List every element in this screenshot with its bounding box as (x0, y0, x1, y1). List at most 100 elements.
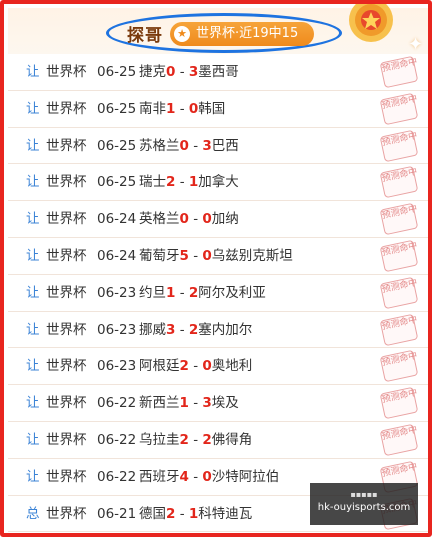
away-score: 0 (202, 247, 212, 264)
hit-stamp: 预测命中 (379, 55, 418, 89)
league-label: 世界杯 (46, 284, 87, 301)
score-separator: - (188, 468, 203, 485)
score-separator: - (188, 211, 203, 228)
record-badge[interactable]: ★ 世界杯·近19中15 (170, 22, 314, 46)
watermark: ▪▪▪▪▪ hk-ouyisports.com (310, 483, 418, 525)
away-score: 2 (188, 284, 199, 301)
away-team: 巴西 (211, 137, 239, 154)
hit-stamp: 预测命中 (379, 350, 418, 383)
home-score: 1 (166, 284, 176, 301)
league-label: 世界杯 (46, 100, 87, 117)
match-row[interactable]: 让世界杯 06-25 苏格兰0 - 3巴西 预测命中 (8, 128, 428, 165)
medal-icon (349, 4, 393, 42)
home-score: 0 (166, 64, 176, 80)
away-team: 韩国 (198, 100, 226, 117)
match-date: 06-23 (97, 321, 137, 338)
away-team: 奥地利 (211, 358, 253, 375)
match-row[interactable]: 让世界杯 06-22 新西兰1 - 3埃及 预测命中 (8, 385, 428, 422)
home-score: 3 (166, 321, 176, 338)
match-line: 瑞士2 - 1加拿大 (139, 164, 239, 200)
away-team: 佛得角 (211, 431, 253, 448)
match-line: 捷克0 - 3墨西哥 (139, 54, 239, 90)
bet-type-tag: 让 (26, 395, 40, 412)
home-score: 2 (166, 505, 176, 522)
match-row[interactable]: 让世界杯 06-25 瑞士2 - 1加拿大 预测命中 (8, 164, 428, 202)
home-score: 0 (179, 137, 189, 154)
match-row[interactable]: 让世界杯 06-22 乌拉圭2 - 2佛得角 预测命中 (8, 422, 428, 459)
home-team: 新西兰 (139, 395, 180, 412)
record-badge-label: 世界杯·近19中15 (196, 26, 299, 41)
league-label: 世界杯 (46, 505, 87, 522)
league-label: 世界杯 (46, 321, 87, 338)
bet-type-tag: 让 (26, 284, 40, 301)
match-row[interactable]: 让世界杯 06-23 阿根廷2 - 0奥地利 预测命中 (8, 348, 428, 386)
match-date: 06-23 (97, 284, 137, 301)
home-score: 2 (179, 431, 189, 448)
away-score: 0 (202, 211, 212, 228)
league-label: 世界杯 (46, 247, 87, 264)
away-team: 乌兹别克斯坦 (211, 247, 293, 264)
bet-type-tag: 让 (26, 174, 40, 191)
score-separator: - (188, 395, 203, 412)
prediction-card: 探哥 ★ 世界杯·近19中15 ✦ 让世界杯 06-25 捷克0 - 3墨西哥 预测命… (0, 0, 432, 537)
match-list: 让世界杯 06-25 捷克0 - 3墨西哥 预测命中让世界杯 06-25 南非1 - 0韩… (8, 54, 428, 533)
match-line: 乌拉圭2 - 2佛得角 (139, 422, 252, 458)
star-icon: ★ (174, 26, 190, 42)
league-label: 世界杯 (46, 64, 87, 80)
league-label: 世界杯 (46, 468, 87, 485)
sparkle-icon: ✦ (408, 34, 424, 55)
match-line: 挪威3 - 2塞内加尔 (139, 312, 252, 348)
hit-stamp: 预测命中 (379, 166, 418, 199)
match-row[interactable]: 让世界杯 06-24 英格兰0 - 0加纳 预测命中 (8, 201, 428, 238)
match-row[interactable]: 让世界杯 06-23 挪威3 - 2塞内加尔 预测命中 (8, 312, 428, 349)
away-team: 加纳 (211, 211, 239, 228)
watermark-top: ▪▪▪▪▪ (350, 490, 378, 499)
home-team: 南非 (139, 100, 166, 117)
score-separator: - (175, 64, 189, 80)
match-date: 06-21 (97, 505, 137, 522)
match-date: 06-23 (97, 358, 137, 375)
match-date: 06-22 (97, 395, 137, 412)
match-row[interactable]: 让世界杯 06-23 约旦1 - 2阿尔及利亚 预测命中 (8, 275, 428, 312)
match-date: 06-24 (97, 247, 137, 264)
match-row[interactable]: 让世界杯 06-24 葡萄牙5 - 0乌兹别克斯坦 预测命中 (8, 238, 428, 275)
away-team: 加拿大 (198, 174, 239, 191)
away-score: 3 (202, 137, 212, 154)
home-score: 1 (166, 100, 176, 117)
league-label: 世界杯 (46, 211, 87, 228)
match-date: 06-22 (97, 468, 137, 485)
home-team: 阿根廷 (139, 358, 180, 375)
bet-type-tag: 让 (26, 64, 40, 80)
hit-stamp: 预测命中 (379, 276, 418, 310)
match-date: 06-25 (97, 64, 137, 80)
match-line: 英格兰0 - 0加纳 (139, 201, 239, 237)
home-team: 捷克 (139, 64, 166, 80)
home-team: 葡萄牙 (139, 247, 180, 264)
score-separator: - (175, 321, 189, 338)
away-score: 2 (202, 431, 212, 448)
score-separator: - (188, 431, 203, 448)
match-row[interactable]: 让世界杯 06-25 捷克0 - 3墨西哥 预测命中 (8, 54, 428, 91)
match-line: 新西兰1 - 3埃及 (139, 385, 239, 421)
match-row[interactable]: 让世界杯 06-25 南非1 - 0韩国 预测命中 (8, 91, 428, 128)
league-label: 世界杯 (46, 137, 87, 154)
away-score: 1 (188, 174, 199, 191)
league-label: 世界杯 (46, 431, 87, 448)
away-team: 埃及 (211, 395, 239, 412)
match-date: 06-22 (97, 431, 137, 448)
hit-stamp: 预测命中 (379, 386, 418, 420)
home-score: 0 (179, 211, 189, 228)
bet-type-tag: 让 (26, 211, 40, 228)
away-score: 0 (202, 358, 212, 375)
bet-type-tag: 让 (26, 321, 40, 338)
card-header: 探哥 ★ 世界杯·近19中15 ✦ (8, 4, 428, 55)
score-separator: - (175, 100, 189, 117)
away-team: 科特迪瓦 (198, 505, 253, 522)
match-line: 德国2 - 1科特迪瓦 (139, 496, 252, 532)
league-label: 世界杯 (46, 358, 87, 375)
home-team: 英格兰 (139, 211, 180, 228)
match-line: 葡萄牙5 - 0乌兹别克斯坦 (139, 238, 293, 274)
match-line: 约旦1 - 2阿尔及利亚 (139, 275, 266, 311)
league-label: 世界杯 (46, 174, 87, 191)
home-score: 2 (166, 174, 176, 191)
